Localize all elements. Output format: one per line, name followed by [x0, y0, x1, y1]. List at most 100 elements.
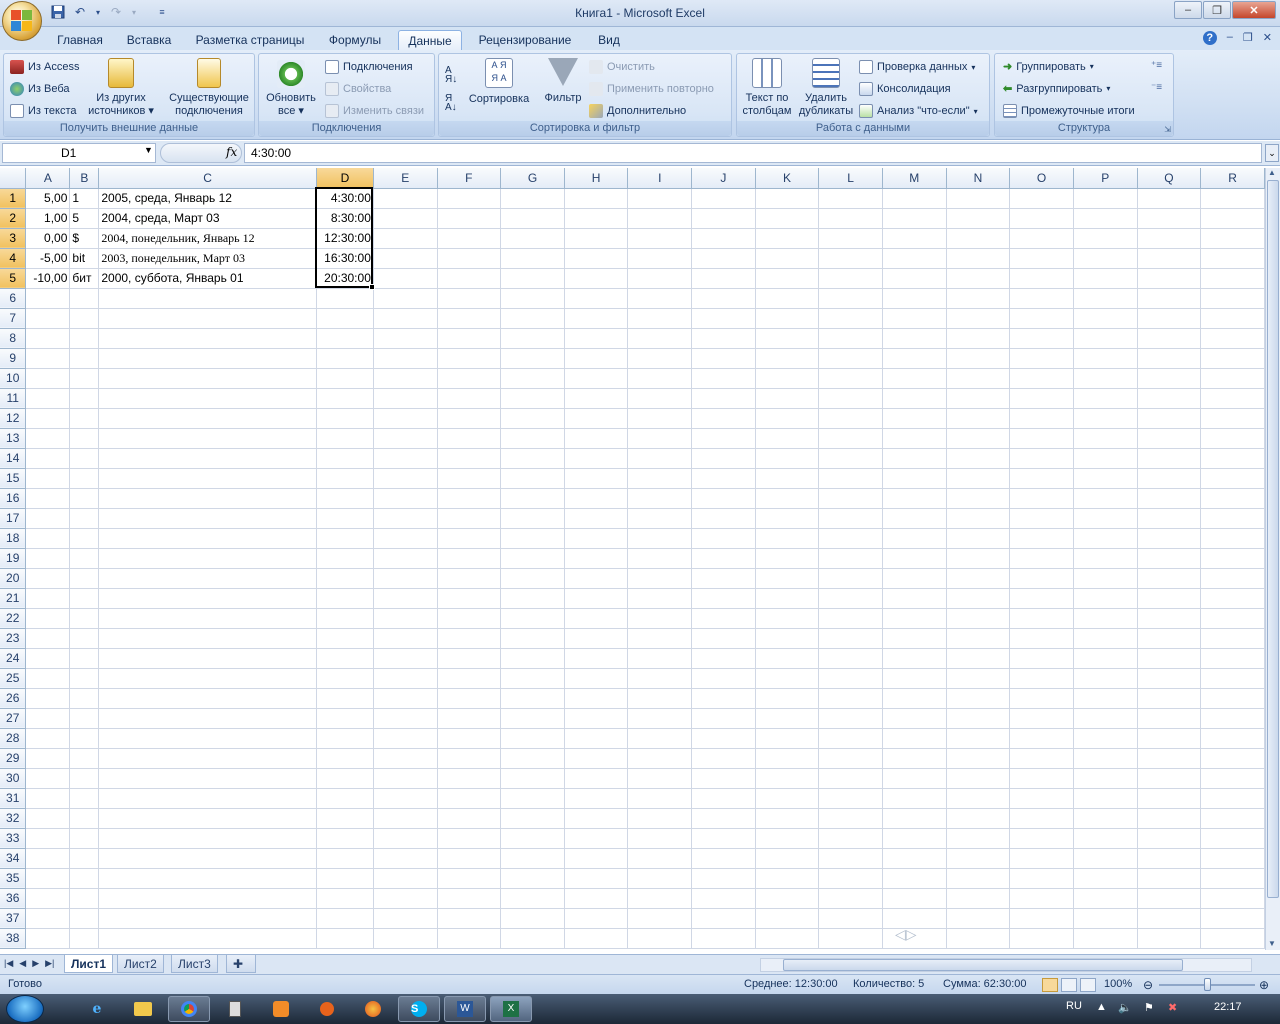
cell-g11[interactable] — [500, 388, 565, 409]
cell-i9[interactable] — [627, 348, 693, 369]
cell-e21[interactable] — [373, 588, 438, 609]
cell-f4[interactable] — [437, 248, 502, 269]
cell-j4[interactable] — [691, 248, 756, 269]
row-header[interactable]: 24 — [0, 648, 27, 669]
cell-o30[interactable] — [1009, 768, 1074, 789]
cell-a20[interactable] — [25, 568, 71, 589]
cell-d1[interactable]: 4:30:00 — [316, 188, 374, 209]
cell-c33[interactable] — [98, 828, 317, 849]
cell-a24[interactable] — [25, 648, 71, 669]
cell-q23[interactable] — [1137, 628, 1202, 649]
cell-f17[interactable] — [437, 508, 502, 529]
cell-m10[interactable] — [882, 368, 947, 389]
cell-c34[interactable] — [98, 848, 317, 869]
cell-d30[interactable] — [316, 768, 374, 789]
tab-page-layout[interactable]: Разметка страницы — [190, 30, 310, 50]
cell-q13[interactable] — [1137, 428, 1202, 449]
cell-n17[interactable] — [946, 508, 1011, 529]
cell-k13[interactable] — [755, 428, 820, 449]
cell-l8[interactable] — [818, 328, 883, 349]
cell-i20[interactable] — [627, 568, 693, 589]
cell-q2[interactable] — [1137, 208, 1202, 229]
cell-c18[interactable] — [98, 528, 317, 549]
cell-d27[interactable] — [316, 708, 374, 729]
cell-a5[interactable]: -10,00 — [25, 268, 71, 289]
cell-q10[interactable] — [1137, 368, 1202, 389]
column-header-h[interactable]: H — [564, 168, 629, 189]
cell-a12[interactable] — [25, 408, 71, 429]
cell-k28[interactable] — [755, 728, 820, 749]
cell-l33[interactable] — [818, 828, 883, 849]
ie-icon[interactable]: e — [76, 996, 118, 1022]
cell-m27[interactable] — [882, 708, 947, 729]
cell-e26[interactable] — [373, 688, 438, 709]
cell-c36[interactable] — [98, 888, 317, 909]
cell-j15[interactable] — [691, 468, 756, 489]
cell-l7[interactable] — [818, 308, 883, 329]
first-sheet-icon[interactable]: |◀ — [4, 958, 13, 969]
cell-f1[interactable] — [437, 188, 502, 209]
cell-k3[interactable] — [755, 228, 820, 249]
cell-d2[interactable]: 8:30:00 — [316, 208, 374, 229]
cell-a6[interactable] — [25, 288, 71, 309]
cell-n29[interactable] — [946, 748, 1011, 769]
cell-f31[interactable] — [437, 788, 502, 809]
column-header-i[interactable]: I — [627, 168, 693, 189]
tab-insert[interactable]: Вставка — [118, 30, 180, 50]
cell-c29[interactable] — [98, 748, 317, 769]
cell-b24[interactable] — [69, 648, 100, 669]
cell-m31[interactable] — [882, 788, 947, 809]
column-header-c[interactable]: C — [98, 168, 317, 189]
cell-p6[interactable] — [1073, 288, 1138, 309]
cell-e14[interactable] — [373, 448, 438, 469]
sheet-tab-1[interactable]: Лист1 — [64, 955, 114, 973]
cell-m25[interactable] — [882, 668, 947, 689]
cell-i28[interactable] — [627, 728, 693, 749]
cell-d29[interactable] — [316, 748, 374, 769]
cell-k11[interactable] — [755, 388, 820, 409]
cell-b31[interactable] — [69, 788, 100, 809]
zoom-out-icon[interactable]: ⊖ — [1143, 978, 1153, 992]
cell-p31[interactable] — [1073, 788, 1138, 809]
cell-m34[interactable] — [882, 848, 947, 869]
cell-q4[interactable] — [1137, 248, 1202, 269]
cell-h24[interactable] — [564, 648, 629, 669]
cell-e3[interactable] — [373, 228, 438, 249]
cell-i19[interactable] — [627, 548, 693, 569]
cell-p30[interactable] — [1073, 768, 1138, 789]
cell-q20[interactable] — [1137, 568, 1202, 589]
explorer-icon[interactable] — [122, 996, 164, 1022]
cell-h4[interactable] — [564, 248, 629, 269]
cell-i31[interactable] — [627, 788, 693, 809]
cell-m6[interactable] — [882, 288, 947, 309]
cell-b6[interactable] — [69, 288, 100, 309]
cell-g21[interactable] — [500, 588, 565, 609]
cell-k22[interactable] — [755, 608, 820, 629]
cell-a28[interactable] — [25, 728, 71, 749]
cell-a17[interactable] — [25, 508, 71, 529]
insert-function-icon[interactable]: fx — [226, 145, 237, 159]
cell-c5[interactable]: 2000, суббота, Январь 01 — [98, 268, 317, 289]
cell-b20[interactable] — [69, 568, 100, 589]
cell-b5[interactable]: бит — [69, 268, 100, 289]
cell-o20[interactable] — [1009, 568, 1074, 589]
cell-f2[interactable] — [437, 208, 502, 229]
subtotal-button[interactable]: Промежуточные итоги — [1003, 104, 1135, 118]
tab-review[interactable]: Рецензирование — [470, 30, 580, 50]
cell-m20[interactable] — [882, 568, 947, 589]
cell-a27[interactable] — [25, 708, 71, 729]
cell-f15[interactable] — [437, 468, 502, 489]
cell-n9[interactable] — [946, 348, 1011, 369]
cell-m5[interactable] — [882, 268, 947, 289]
cell-g38[interactable] — [500, 928, 565, 949]
cell-l13[interactable] — [818, 428, 883, 449]
cell-p14[interactable] — [1073, 448, 1138, 469]
cell-c9[interactable] — [98, 348, 317, 369]
cell-g29[interactable] — [500, 748, 565, 769]
cell-k1[interactable] — [755, 188, 820, 209]
cell-e29[interactable] — [373, 748, 438, 769]
cell-r18[interactable] — [1200, 528, 1265, 549]
cell-f12[interactable] — [437, 408, 502, 429]
cell-g16[interactable] — [500, 488, 565, 509]
cell-h20[interactable] — [564, 568, 629, 589]
